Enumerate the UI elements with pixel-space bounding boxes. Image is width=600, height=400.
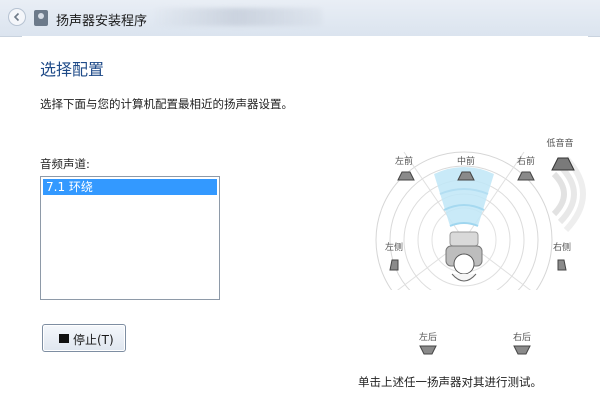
speaker-diagram: 左前 中前 右前 低音音 左侧 右侧 左后 右后 xyxy=(368,137,586,355)
speaker-label-rear-left: 左后 xyxy=(419,331,437,343)
audio-channels-list[interactable]: 7.1 环绕 xyxy=(40,176,220,300)
list-item[interactable]: 7.1 环绕 xyxy=(43,179,217,195)
speaker-icon[interactable] xyxy=(557,259,567,271)
window-title: 扬声器安装程序 xyxy=(56,14,148,29)
speaker-label-subwoofer: 低音音 xyxy=(546,137,573,149)
speaker-icon[interactable] xyxy=(397,171,415,181)
back-arrow-icon xyxy=(13,12,20,22)
speaker-test-instruction: 单击上述任一扬声器对其进行测试。 xyxy=(358,375,542,389)
speaker-icon[interactable] xyxy=(517,171,535,181)
title-bar: 扬声器安装程序 xyxy=(0,0,600,37)
speaker-icon[interactable] xyxy=(419,345,437,355)
audio-channels-label: 音频声道: xyxy=(40,157,90,171)
stop-button[interactable]: 停止(T) xyxy=(42,324,126,352)
speaker-label-side-right: 右侧 xyxy=(553,241,571,253)
speaker-icon[interactable] xyxy=(513,345,531,355)
speaker-label-rear-right: 右后 xyxy=(513,331,531,343)
speaker-label-side-left: 左侧 xyxy=(385,241,403,253)
header-blur xyxy=(152,8,322,26)
content-panel: 选择配置 选择下面与您的计算机配置最相近的扬声器设置。 音频声道: 7.1 环绕… xyxy=(22,36,588,396)
speaker-app-icon xyxy=(34,10,48,26)
page-heading: 选择配置 xyxy=(40,60,105,79)
speaker-label-front-left: 左前 xyxy=(395,155,413,167)
speaker-label-front-right: 右前 xyxy=(517,155,535,167)
page-description: 选择下面与您的计算机配置最相近的扬声器设置。 xyxy=(40,97,293,111)
speaker-label-front-center: 中前 xyxy=(457,155,475,167)
stop-button-label: 停止(T) xyxy=(73,333,114,347)
back-button[interactable] xyxy=(8,8,26,26)
listener-icon xyxy=(445,231,483,282)
speaker-icon[interactable] xyxy=(389,259,399,271)
stop-icon xyxy=(59,334,69,343)
